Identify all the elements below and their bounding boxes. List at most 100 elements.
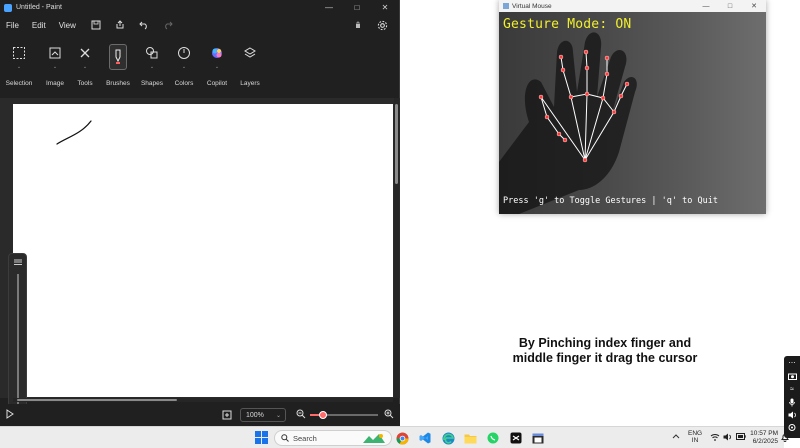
paint-menubar: File Edit View xyxy=(0,15,399,35)
paint-window-title: Untitled - Paint xyxy=(16,4,62,11)
search-placeholder: Search xyxy=(293,433,317,443)
maximize-button[interactable]: □ xyxy=(718,0,742,12)
clock-date: 6/2/2025 xyxy=(752,437,778,445)
language-indicator[interactable]: ENG IN xyxy=(688,430,702,444)
ribbon-image[interactable]: ⌄ Image xyxy=(42,44,68,87)
ribbon-copilot-label: Copilot xyxy=(206,80,228,87)
more-icon[interactable]: ⋯ xyxy=(787,358,797,368)
keyboard-help-text: Press 'g' to Toggle Gestures | 'q' to Qu… xyxy=(503,196,718,206)
ribbon-image-label: Image xyxy=(45,80,65,87)
taskbar-search[interactable]: Search xyxy=(274,430,392,446)
vscode-icon[interactable] xyxy=(418,431,432,445)
close-button[interactable]: ✕ xyxy=(742,0,766,12)
zoom-out-icon[interactable] xyxy=(296,409,306,421)
virtual-mouse-title: Virtual Mouse xyxy=(512,2,552,10)
caption-line-2: middle finger it drag the cursor xyxy=(512,351,698,365)
paint-ribbon: ⌄ Selection ⌄ Image ⌄ Tools Brushes ⌄ Sh… xyxy=(0,40,400,94)
wifi-icon[interactable] xyxy=(710,433,720,443)
account-icon[interactable] xyxy=(351,18,365,32)
taskbar: Search ENG IN 10:57 PM 6/2/2025 xyxy=(0,426,789,448)
region-code: IN xyxy=(691,437,699,444)
undo-icon[interactable] xyxy=(137,18,151,32)
pointer-icon xyxy=(6,409,14,421)
ribbon-copilot[interactable]: ⌄ Copilot xyxy=(203,44,231,87)
ribbon-shapes[interactable]: ⌄ Shapes xyxy=(139,44,165,87)
paint-titlebar: Untitled - Paint — □ ✕ xyxy=(0,0,399,15)
notification-bell-icon[interactable] xyxy=(781,433,791,443)
share-icon[interactable] xyxy=(113,18,127,32)
terminal-icon[interactable] xyxy=(531,431,545,445)
virtual-mouse-titlebar: Virtual Mouse — □ ✕ xyxy=(499,0,766,12)
minimize-button[interactable]: — xyxy=(694,0,718,12)
speaker-icon[interactable] xyxy=(787,410,797,420)
ribbon-tools-label: Tools xyxy=(77,80,93,87)
paint-app-icon xyxy=(4,3,12,12)
minimize-button[interactable]: — xyxy=(315,0,343,15)
zoom-in-icon[interactable] xyxy=(384,409,394,421)
zoom-value: 100% xyxy=(246,411,264,419)
webcam-feed: Gesture Mode: ON Press 'g' to Toggle Ges… xyxy=(499,12,766,214)
zoom-slider[interactable] xyxy=(310,411,378,419)
file-explorer-icon[interactable] xyxy=(463,431,477,445)
capcut-icon[interactable] xyxy=(509,431,523,445)
close-button[interactable]: ✕ xyxy=(371,0,399,15)
save-icon[interactable] xyxy=(89,18,103,32)
ribbon-selection[interactable]: ⌄ Selection xyxy=(4,44,34,87)
stroke-size-icon xyxy=(14,259,22,265)
camera-icon[interactable] xyxy=(787,371,797,381)
ribbon-layers[interactable]: Layers xyxy=(238,44,262,87)
ribbon-colors[interactable]: ⌄ Colors xyxy=(172,44,196,87)
chevron-down-icon: ⌄ xyxy=(16,64,22,70)
paint-statusbar: 100% ⌄ xyxy=(0,404,400,426)
floating-recorder-toolbar: ⋯ ≈ xyxy=(784,356,800,438)
menu-file[interactable]: File xyxy=(6,21,19,30)
virtual-mouse-window: Virtual Mouse — □ ✕ Gesture Mode: ON Pre… xyxy=(499,0,766,214)
microphone-icon[interactable] xyxy=(787,397,797,407)
whatsapp-icon[interactable] xyxy=(486,431,500,445)
ribbon-brushes[interactable]: Brushes xyxy=(104,44,132,87)
chevron-up-icon[interactable] xyxy=(672,433,682,443)
maximize-button[interactable]: □ xyxy=(343,0,371,15)
fit-to-window-icon[interactable] xyxy=(222,410,232,422)
canvas-area xyxy=(0,98,400,438)
palette-icon xyxy=(175,44,193,62)
chevron-down-icon: ⌄ xyxy=(149,64,155,70)
drawing-canvas[interactable] xyxy=(13,104,393,397)
chrome-icon[interactable] xyxy=(395,431,409,445)
horizontal-scrollbar[interactable] xyxy=(13,398,393,402)
selection-icon xyxy=(10,44,28,62)
zoom-dropdown[interactable]: 100% ⌄ xyxy=(240,408,286,422)
caption-line-1: By Pinching index finger and xyxy=(518,336,692,350)
menu-edit[interactable]: Edit xyxy=(32,21,46,30)
chevron-down-icon: ⌄ xyxy=(181,64,187,70)
chevron-down-icon xyxy=(104,64,132,72)
vertical-scrollbar[interactable] xyxy=(394,98,399,398)
menu-view[interactable]: View xyxy=(59,21,76,30)
hand-landmark-overlay xyxy=(499,32,637,214)
location-pin-icon[interactable] xyxy=(787,423,797,433)
edge-icon[interactable] xyxy=(441,431,455,445)
search-icon xyxy=(281,434,289,442)
battery-icon[interactable] xyxy=(736,433,746,443)
chevron-down-icon: ⌄ xyxy=(275,412,281,419)
settings-gear-icon[interactable] xyxy=(375,18,389,32)
copilot-icon xyxy=(208,44,226,62)
draw-icon[interactable]: ≈ xyxy=(787,384,797,394)
language-code: ENG xyxy=(688,430,703,437)
chevron-down-icon: ⌄ xyxy=(82,64,88,70)
ribbon-layers-label: Layers xyxy=(240,80,260,87)
chevron-down-icon: ⌄ xyxy=(214,64,220,70)
taskbar-clock[interactable]: 10:57 PM 6/2/2025 xyxy=(750,430,778,445)
volume-icon[interactable] xyxy=(723,433,733,443)
paint-window: Untitled - Paint — □ ✕ File Edit View ⌄ … xyxy=(0,0,400,438)
redo-icon[interactable] xyxy=(161,18,175,32)
windows-start-icon[interactable] xyxy=(255,431,268,444)
drawn-stroke xyxy=(56,120,92,145)
chevron-down-icon: ⌄ xyxy=(52,64,58,70)
search-highlight-icon xyxy=(363,434,385,443)
tools-pencil-icon xyxy=(76,44,94,62)
ribbon-tools[interactable]: ⌄ Tools xyxy=(73,44,97,87)
gesture-mode-status: Gesture Mode: ON xyxy=(503,17,632,32)
ribbon-brushes-label: Brushes xyxy=(106,80,130,87)
image-crop-icon xyxy=(46,44,64,62)
